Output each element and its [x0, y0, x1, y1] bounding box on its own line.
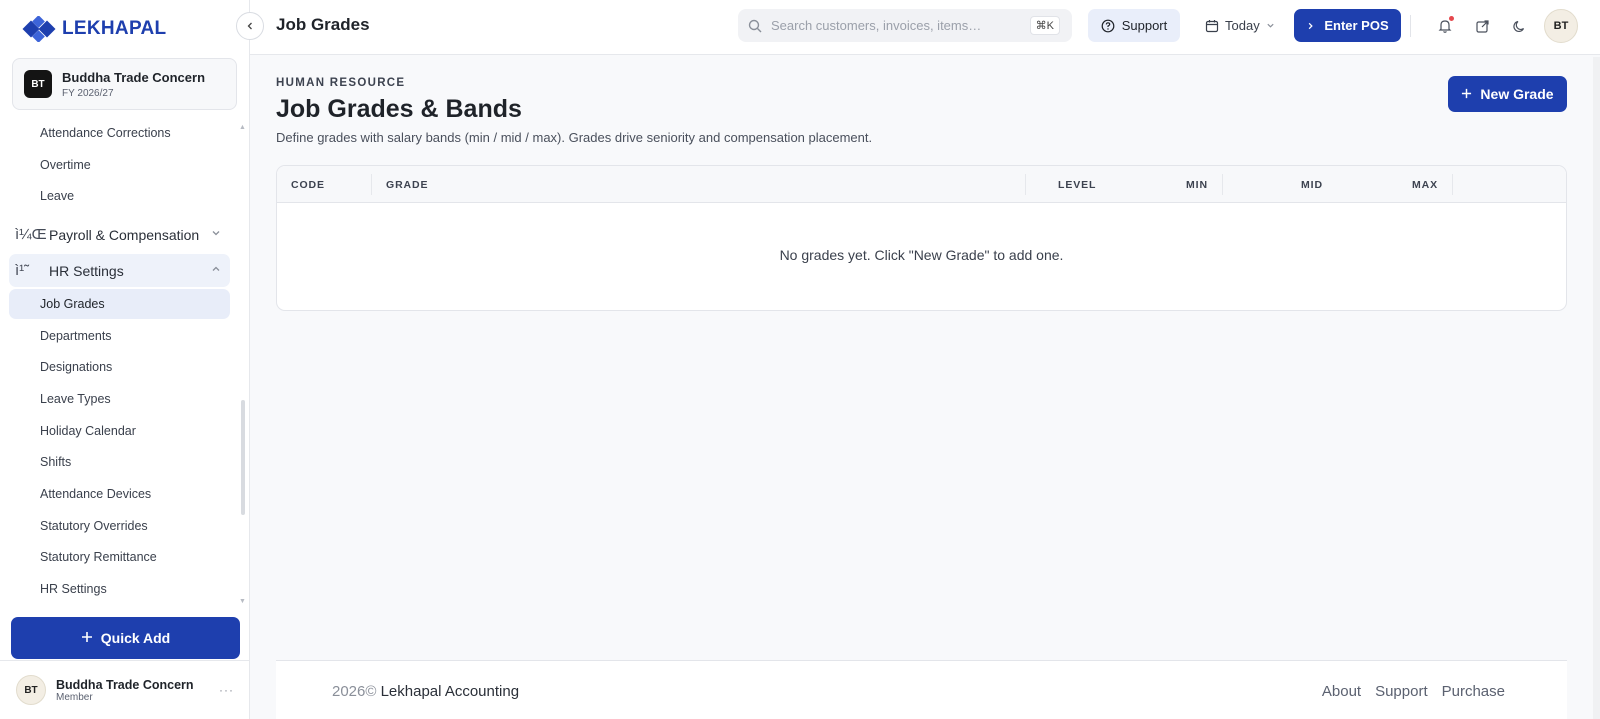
theme-toggle-button[interactable] — [1508, 15, 1530, 37]
footer-link-support[interactable]: Support — [1375, 683, 1428, 700]
new-grade-button[interactable]: New Grade — [1448, 76, 1567, 112]
chevron-right-icon — [1309, 22, 1314, 29]
footer-brand: Lekhapal Accounting — [380, 683, 520, 700]
sidebar: LEKHAPAL BT Buddha Trade Concern FY 2026… — [0, 0, 250, 719]
sidebar-item-attendance-devices[interactable]: Attendance Devices — [9, 479, 230, 509]
column-divider — [1452, 174, 1453, 195]
page-subtitle: Define grades with salary bands (min / m… — [276, 130, 873, 145]
user-menu[interactable]: BT Buddha Trade Concern Member ··· — [0, 660, 250, 719]
sidebar-group-label: Payroll & Compensation — [49, 226, 200, 243]
plus-icon — [1461, 86, 1472, 102]
search-icon — [748, 19, 762, 32]
sidebar-item-hr-settings[interactable]: HR Settings — [9, 574, 230, 604]
enter-pos-button[interactable]: Enter POS — [1294, 9, 1401, 42]
scroll-down-arrow[interactable]: ▼ — [239, 598, 246, 605]
column-divider — [1025, 174, 1026, 195]
brand-logo[interactable]: LEKHAPAL — [22, 16, 166, 42]
footer-year: 2026© — [332, 683, 377, 700]
logo-icon — [22, 16, 56, 42]
sidebar-item-attendance-corrections[interactable]: Attendance Corrections — [9, 118, 230, 148]
page-footer: 2026© Lekhapal Accounting About Support … — [276, 660, 1567, 719]
column-header-grade[interactable]: GRADE — [386, 179, 428, 191]
footer-link-purchase[interactable]: Purchase — [1442, 683, 1505, 700]
avatar[interactable]: BT — [1544, 9, 1578, 43]
footer-link-about[interactable]: About — [1322, 683, 1361, 700]
avatar: BT — [16, 675, 46, 705]
org-badge: BT — [24, 70, 52, 98]
org-fiscal-year: FY 2026/27 — [62, 87, 114, 99]
page-scrollbar[interactable] — [1593, 57, 1600, 719]
column-divider — [1222, 174, 1223, 195]
hr-settings-icon: ì¹˜ — [15, 262, 30, 279]
notification-dot — [1449, 16, 1454, 21]
column-header-mid[interactable]: MID — [1301, 179, 1323, 191]
collapse-sidebar-button[interactable] — [236, 12, 264, 40]
chevron-up-icon — [202, 264, 230, 277]
column-divider — [371, 174, 372, 195]
moon-icon — [1512, 20, 1524, 32]
sidebar-item-shifts[interactable]: Shifts — [9, 447, 230, 477]
notifications-button[interactable] — [1434, 15, 1456, 37]
plus-icon — [81, 630, 93, 646]
sidebar-group-payroll[interactable]: ì¼Œ Payroll & Compensation — [9, 218, 230, 251]
footer-copyright: 2026© Lekhapal Accounting — [332, 683, 519, 700]
sidebar-item-statutory-remittance[interactable]: Statutory Remittance — [9, 542, 230, 572]
chevron-left-icon — [247, 22, 252, 30]
sidebar-scrollbar[interactable] — [241, 400, 245, 515]
table-header: CODE GRADE LEVEL MIN MID MAX — [277, 166, 1566, 203]
more-icon[interactable]: ··· — [219, 683, 234, 697]
support-button[interactable]: Support — [1088, 9, 1180, 42]
global-search[interactable]: ⌘K — [738, 9, 1072, 42]
sidebar-group-hr-settings[interactable]: ì¹˜ HR Settings — [9, 254, 230, 287]
chevron-down-icon — [1267, 23, 1274, 28]
search-input[interactable] — [771, 18, 1026, 33]
search-shortcut: ⌘K — [1029, 16, 1060, 35]
user-role: Member — [56, 691, 93, 703]
org-switcher[interactable]: BT Buddha Trade Concern FY 2026/27 — [12, 58, 237, 110]
calendar-icon — [1205, 19, 1219, 32]
sidebar-item-departments[interactable]: Departments — [9, 321, 230, 351]
top-header: Job Grades ⌘K Support Today Enter POS BT — [250, 0, 1600, 55]
help-circle-icon — [1101, 19, 1115, 32]
user-name: Buddha Trade Concern — [56, 677, 194, 692]
footer-links: About Support Purchase — [1322, 683, 1505, 700]
external-link-icon — [1475, 19, 1489, 33]
column-header-code[interactable]: CODE — [291, 179, 325, 191]
sidebar-item-holiday-calendar[interactable]: Holiday Calendar — [9, 416, 230, 446]
org-name: Buddha Trade Concern — [62, 69, 206, 85]
scroll-up-arrow[interactable]: ▲ — [239, 124, 246, 131]
column-header-max[interactable]: MAX — [1412, 179, 1438, 191]
open-external-button[interactable] — [1471, 15, 1493, 37]
sidebar-item-job-grades[interactable]: Job Grades — [9, 289, 230, 319]
sidebar-item-leave[interactable]: Leave — [9, 181, 230, 211]
column-header-level[interactable]: LEVEL — [1058, 179, 1096, 191]
grades-table: CODE GRADE LEVEL MIN MID MAX No grades y… — [276, 165, 1567, 311]
sidebar-item-overtime[interactable]: Overtime — [9, 150, 230, 180]
page-header-title: Job Grades — [276, 15, 370, 34]
column-header-min[interactable]: MIN — [1186, 179, 1208, 191]
empty-state-message: No grades yet. Click "New Grade" to add … — [779, 247, 1064, 263]
sidebar-item-leave-types[interactable]: Leave Types — [9, 384, 230, 414]
section-eyebrow: HUMAN RESOURCE — [276, 77, 406, 89]
page-title: Job Grades & Bands — [276, 95, 522, 123]
payroll-icon: ì¼Œ — [15, 226, 47, 243]
date-filter-dropdown[interactable]: Today — [1205, 9, 1289, 42]
sidebar-group-label: HR Settings — [49, 262, 124, 279]
chevron-down-icon — [202, 228, 230, 241]
sidebar-item-statutory-overrides[interactable]: Statutory Overrides — [9, 511, 230, 541]
sidebar-item-designations[interactable]: Designations — [9, 352, 230, 382]
brand-name: LEKHAPAL — [62, 18, 167, 39]
quick-add-button[interactable]: Quick Add — [11, 617, 240, 659]
header-divider — [1410, 15, 1411, 37]
